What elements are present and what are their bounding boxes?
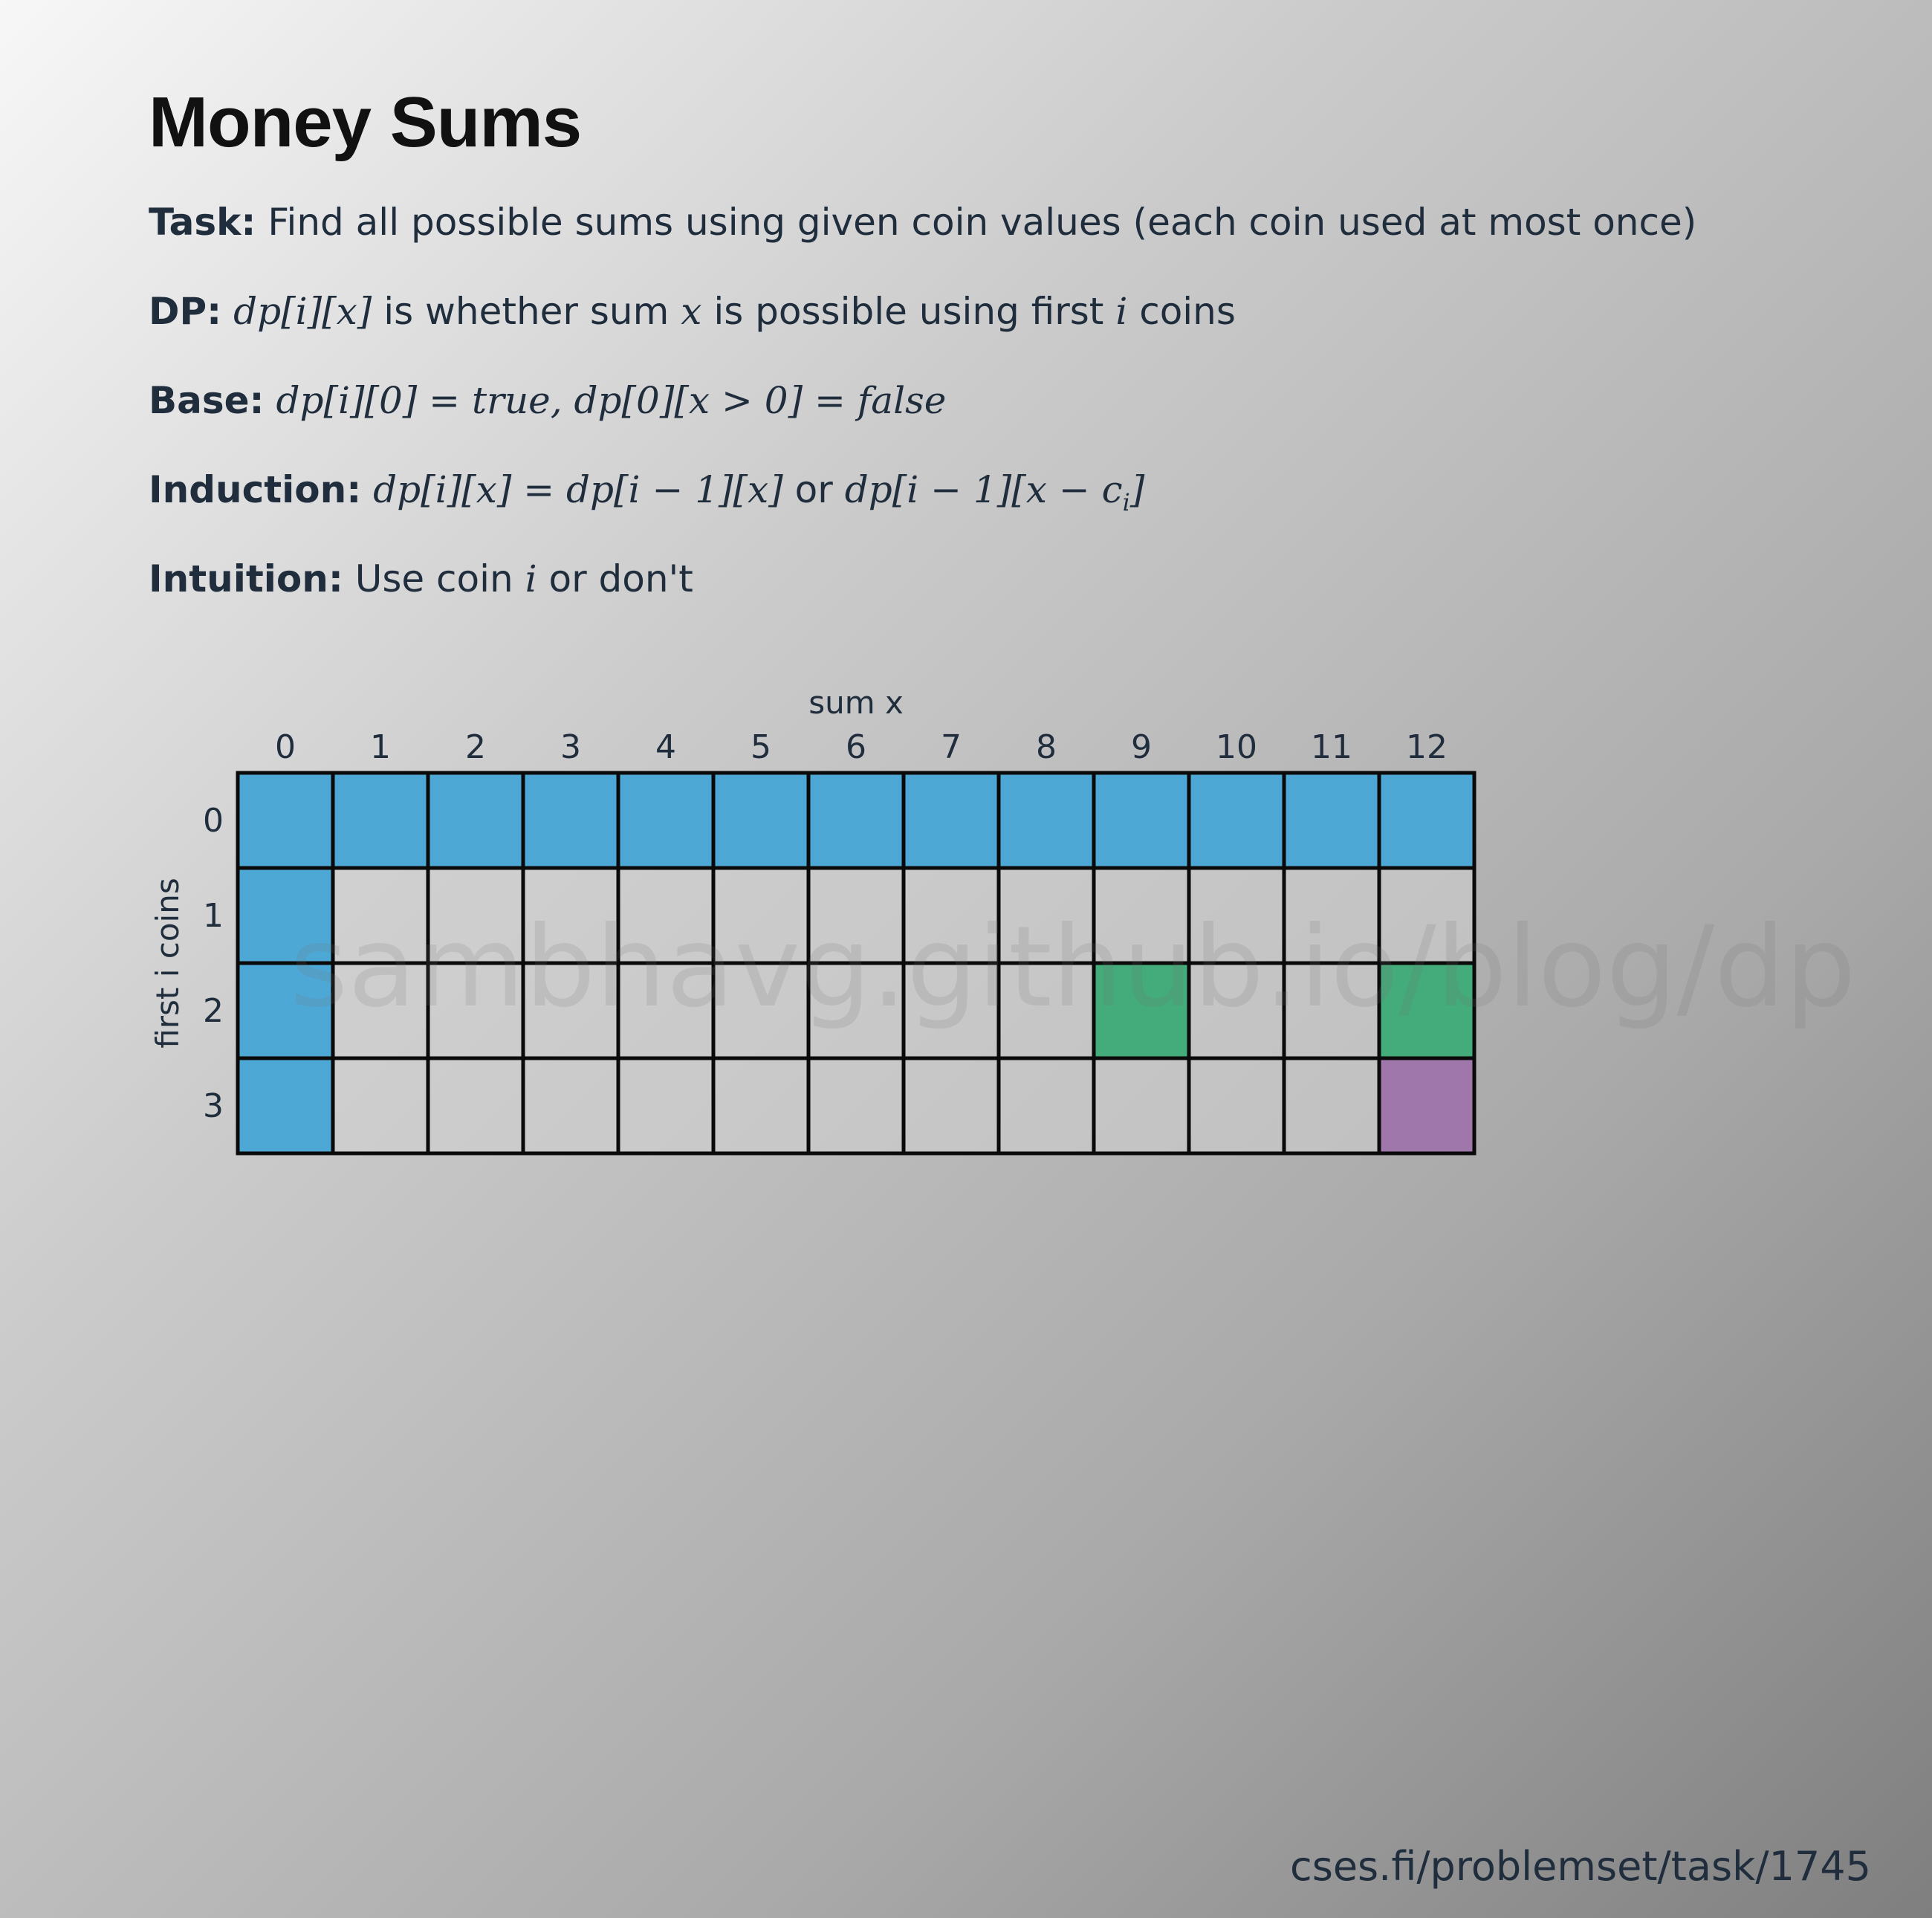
dp-cell-1-8 bbox=[996, 866, 1096, 965]
dp-cell-0-0 bbox=[236, 771, 335, 870]
dp-cell-3-11 bbox=[1282, 1056, 1381, 1156]
dp-cell-0-8 bbox=[996, 771, 1096, 870]
dp-cell-1-12 bbox=[1377, 866, 1476, 965]
dp-cell-2-3 bbox=[521, 961, 620, 1060]
row-label-1: 1 bbox=[203, 897, 224, 935]
column-label-8: 8 bbox=[1036, 728, 1057, 766]
dp-cell-2-11 bbox=[1282, 961, 1381, 1060]
dp-cell-1-1 bbox=[331, 866, 430, 965]
dp-cell-0-5 bbox=[711, 771, 811, 870]
row-label-3: 3 bbox=[203, 1087, 224, 1125]
dp-cell-0-1 bbox=[331, 771, 430, 870]
dp-cell-2-10 bbox=[1187, 961, 1286, 1060]
dp-cell-3-10 bbox=[1187, 1056, 1286, 1156]
column-label-3: 3 bbox=[560, 728, 581, 766]
dp-cell-1-10 bbox=[1187, 866, 1286, 965]
dp-cell-1-5 bbox=[711, 866, 811, 965]
dp-cell-2-6 bbox=[806, 961, 906, 1060]
column-label-9: 9 bbox=[1131, 728, 1152, 766]
dp-cell-0-6 bbox=[806, 771, 906, 870]
column-label-11: 11 bbox=[1311, 728, 1352, 766]
dp-cell-0-4 bbox=[616, 771, 716, 870]
column-label-1: 1 bbox=[370, 728, 391, 766]
column-label-0: 0 bbox=[275, 728, 296, 766]
dp-cell-2-7 bbox=[901, 961, 1001, 1060]
dp-cell-2-8 bbox=[996, 961, 1096, 1060]
dp-cell-0-7 bbox=[901, 771, 1001, 870]
dp-cell-1-0 bbox=[236, 866, 335, 965]
dp-cell-1-9 bbox=[1092, 866, 1191, 965]
dp-cell-3-4 bbox=[616, 1056, 716, 1156]
dp-cell-3-6 bbox=[806, 1056, 906, 1156]
column-label-7: 7 bbox=[941, 728, 962, 766]
dp-cell-0-10 bbox=[1187, 771, 1286, 870]
dp-cell-3-7 bbox=[901, 1056, 1001, 1156]
row-label-2: 2 bbox=[203, 992, 224, 1030]
column-label-5: 5 bbox=[751, 728, 771, 766]
dp-cell-1-11 bbox=[1282, 866, 1381, 965]
dp-cell-3-12 bbox=[1377, 1056, 1476, 1156]
dp-cell-0-11 bbox=[1282, 771, 1381, 870]
dp-cell-1-3 bbox=[521, 866, 620, 965]
dp-cell-0-9 bbox=[1092, 771, 1191, 870]
column-label-12: 12 bbox=[1406, 728, 1448, 766]
dp-cell-3-0 bbox=[236, 1056, 335, 1156]
dp-cell-0-2 bbox=[426, 771, 525, 870]
dp-cell-3-1 bbox=[331, 1056, 430, 1156]
column-label-6: 6 bbox=[846, 728, 866, 766]
dp-table-diagram: 0 1 2 3 4 5 6 7 8 9 10 11 120123sum xfirst i coins bbox=[149, 684, 1476, 1156]
dp-cell-1-4 bbox=[616, 866, 716, 965]
dp-cell-3-8 bbox=[996, 1056, 1096, 1156]
dp-cell-3-3 bbox=[521, 1056, 620, 1156]
dp-cell-1-6 bbox=[806, 866, 906, 965]
dp-cell-1-7 bbox=[901, 866, 1001, 965]
y-axis-title: first i coins bbox=[149, 878, 186, 1048]
dp-cell-1-2 bbox=[426, 866, 525, 965]
dp-cell-2-0 bbox=[236, 961, 335, 1060]
dp-cell-0-12 bbox=[1377, 771, 1476, 870]
dp-cell-2-5 bbox=[711, 961, 811, 1060]
dp-cell-2-1 bbox=[331, 961, 430, 1060]
dp-cell-2-4 bbox=[616, 961, 716, 1060]
dp-cell-0-3 bbox=[521, 771, 620, 870]
dp-cell-3-9 bbox=[1092, 1056, 1191, 1156]
column-label-4: 4 bbox=[655, 728, 676, 766]
row-label-0: 0 bbox=[203, 802, 224, 840]
dp-cell-2-12 bbox=[1377, 961, 1476, 1060]
problem-link[interactable]: cses.fi/problemset/task/1745 bbox=[1290, 1843, 1871, 1890]
dp-cell-3-5 bbox=[711, 1056, 811, 1156]
dp-cell-2-2 bbox=[426, 961, 525, 1060]
column-label-10: 10 bbox=[1216, 728, 1257, 766]
dp-cell-2-9 bbox=[1092, 961, 1191, 1060]
x-axis-title: sum x bbox=[808, 684, 904, 721]
dp-cell-3-2 bbox=[426, 1056, 525, 1156]
column-label-2: 2 bbox=[465, 728, 486, 766]
